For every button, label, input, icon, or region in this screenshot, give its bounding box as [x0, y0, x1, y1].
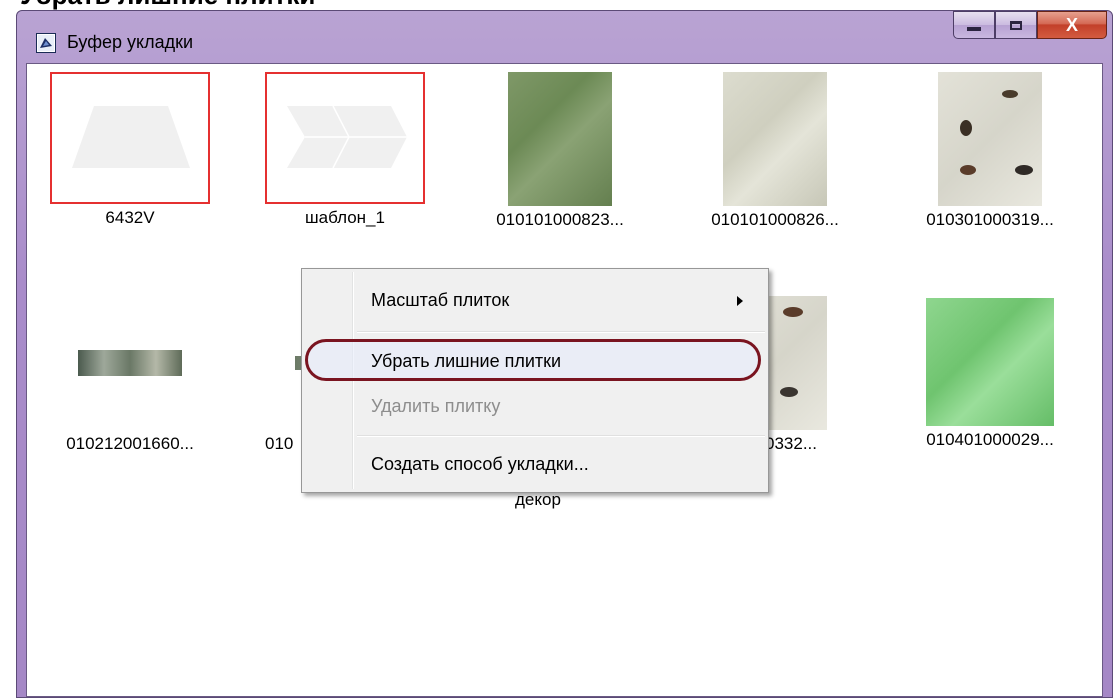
tile-label: декор	[515, 490, 561, 509]
tile-label: 010212001660...	[66, 434, 194, 453]
tile-thumbnail	[938, 72, 1042, 206]
tile-item[interactable]: 010212001660...	[50, 296, 210, 454]
menu-item-remove-extra-tiles[interactable]: Убрать лишние плитки	[305, 339, 765, 382]
menu-item-create-layout[interactable]: Создать способ укладки...	[305, 445, 765, 485]
tile-label: 010301000319...	[926, 210, 1054, 229]
close-button[interactable]: X	[1037, 11, 1107, 39]
tile-item[interactable]: 010101000826...	[695, 72, 855, 230]
menu-item-delete-tile[interactable]: Удалить плитку	[305, 387, 765, 427]
tile-item[interactable]: 6432V	[50, 72, 210, 228]
maximize-button[interactable]	[995, 11, 1037, 39]
minimize-button[interactable]	[953, 11, 995, 39]
title-bar[interactable]: Буфер укладки X	[17, 11, 1112, 61]
tile-thumbnail	[508, 72, 612, 206]
tile-label: 010101000823...	[496, 210, 624, 229]
tile-item[interactable]: 010301000319...	[910, 72, 1070, 230]
minimize-icon	[967, 27, 981, 31]
context-menu: Масштаб плиток Убрать лишние плитки Удал…	[301, 268, 769, 493]
tile-thumbnail	[78, 350, 182, 376]
tile-label: 010101000826...	[711, 210, 839, 229]
close-icon: X	[1065, 14, 1078, 35]
tile-thumbnail	[723, 72, 827, 206]
tile-label: 010401000029...	[926, 430, 1054, 449]
app-icon	[36, 33, 56, 53]
tile-item[interactable]: шаблон_1	[265, 72, 425, 228]
tile-item[interactable]: 010101000823...	[480, 72, 640, 230]
tile-item[interactable]: 010401000029...	[910, 296, 1070, 450]
tile-label: шаблон_1	[305, 208, 385, 227]
tile-thumbnail	[265, 72, 425, 204]
tile-label: 6432V	[105, 208, 155, 227]
window-title: Буфер укладки	[67, 32, 194, 52]
menu-item-label: Убрать лишние плитки	[371, 351, 562, 371]
tile-thumbnail	[926, 298, 1054, 426]
menu-item-label: Удалить плитку	[371, 396, 501, 416]
tile-thumbnail	[50, 72, 210, 204]
maximize-icon	[1010, 20, 1022, 30]
menu-item-label: Создать способ укладки...	[371, 454, 589, 474]
menu-item-label: Масштаб плиток	[371, 290, 510, 310]
menu-separator	[357, 331, 765, 333]
submenu-arrow-icon	[737, 296, 743, 306]
menu-item-tile-scale[interactable]: Масштаб плиток	[305, 281, 765, 321]
menu-separator	[357, 435, 765, 437]
